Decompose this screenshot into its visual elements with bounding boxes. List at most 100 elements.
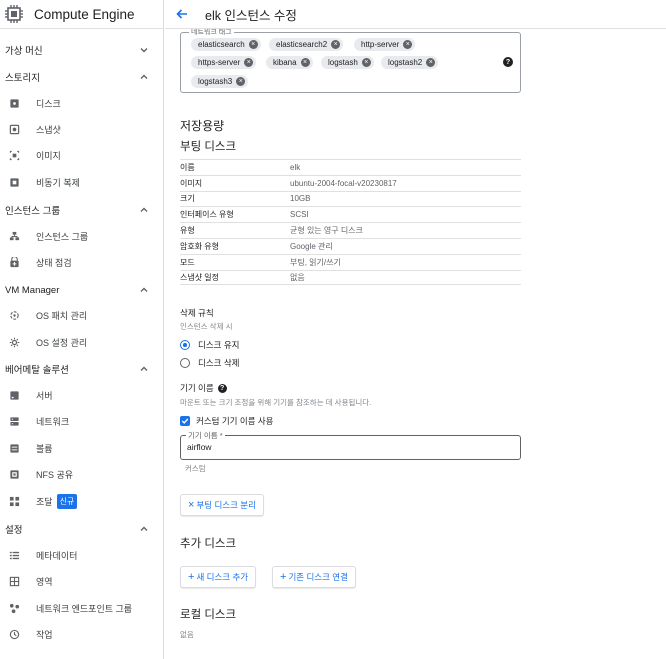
network-tags-field[interactable]: 네트워크 태그 elasticsearch × elasticsearch2 × h… [180,29,521,93]
section-label: 베어메탈 솔루션 [5,365,69,376]
sidebar-item-zones[interactable]: 영역 [0,570,163,592]
sidebar-item-nfs-shares[interactable]: NFS 공유 [0,463,163,485]
sidebar-item-label: 네트워크 엔드포인트 그룹 [36,603,133,614]
device-name-sub: 마운트 또는 크기 조정을 위해 기기를 참조하는 데 사용됩니다. [180,398,372,407]
section-storage[interactable]: 스토리지 [0,66,163,88]
radio-selected-icon [180,340,190,350]
row-key: 인터페이스 유형 [180,210,234,220]
local-disks-heading: 로컬 디스크 [180,609,237,621]
section-instance-groups[interactable]: 인스턴스 그룹 [0,199,163,221]
sidebar-item-images[interactable]: 이미지 [0,144,163,166]
health-check-icon [8,256,20,268]
close-icon: × [188,499,195,511]
sidebar-item-instance-groups[interactable]: 인스턴스 그룹 [0,225,163,247]
row-value: 부팅, 읽기/쓰기 [290,257,341,267]
section-vm-manager[interactable]: VM Manager [0,279,163,301]
deletion-rule-label: 삭제 규칙 [180,308,214,318]
chevron-up-icon [140,526,148,531]
sidebar-item-snapshots[interactable]: 스냅샷 [0,118,163,140]
custom-device-name-checkbox[interactable]: 커스텀 기기 이름 사용 [180,415,273,427]
tag-text: logstash2 [388,58,423,67]
sidebar-item-label: 디스크 [36,98,61,109]
sidebar-item-label: 영역 [36,576,53,587]
remove-tag-icon[interactable]: × [236,77,246,86]
sidebar-item-servers[interactable]: 서버 [0,384,163,406]
remove-tag-icon[interactable]: × [426,58,436,67]
sidebar-item-label: 볼륨 [36,443,53,454]
sidebar-item-label: 비동기 복제 [36,177,80,188]
sidebar-item-neg[interactable]: 네트워크 엔드포인트 그룹 [0,597,163,619]
brand: Compute Engine [0,0,163,29]
neg-icon [8,602,20,614]
zones-icon [8,575,20,587]
tag-chip: http-server × [354,38,416,51]
device-name-field-label: 기기 이름 * [186,430,225,441]
remove-tag-icon[interactable]: × [300,58,310,67]
radio-label: 디스크 삭제 [198,358,240,368]
radio-keep-disk[interactable]: 디스크 유지 [180,339,239,351]
compute-engine-icon [5,5,23,23]
tag-text: kibana [273,58,297,67]
section-settings[interactable]: 설정 [0,518,163,540]
tag-chip: logstash2 × [381,56,439,69]
tag-text: logstash3 [198,77,233,86]
sidebar-item-networks[interactable]: 네트워크 [0,410,163,432]
network-icon [8,415,20,427]
sidebar-item-async-replication[interactable]: 비동기 복제 [0,171,163,193]
tag-chip: kibana × [266,56,313,69]
page-header: elk 인스턴스 수정 [165,0,666,29]
sidebar-item-label: OS 설정 관리 [36,337,88,348]
sidebar-item-os-config[interactable]: OS 설정 관리 [0,331,163,353]
boot-disk-heading: 부팅 디스크 [180,141,237,153]
row-value: 10GB [290,194,311,204]
boot-disk-table: 이름 elk 이미지 ubuntu-2004-focal-v20230817 크기 1… [180,159,521,286]
sidebar-item-health-checks[interactable]: 상태 점검 [0,251,163,273]
button-label: 기존 디스크 연결 [288,572,348,582]
row-value: 균형 있는 영구 디스크 [290,226,363,236]
sidebar-item-label: 작업 [36,629,53,640]
section-virtual-machines[interactable]: 가상 머신 [0,39,163,61]
sidebar-item-volumes[interactable]: 볼륨 [0,437,163,459]
sidebar-item-disks[interactable]: 디스크 [0,92,163,114]
async-replication-icon [8,176,20,188]
section-label: 스토리지 [5,73,40,84]
procurement-icon [8,495,20,507]
back-arrow-icon[interactable] [175,7,189,21]
sidebar-item-operations[interactable]: 작업 [0,623,163,645]
device-name-field: 기기 이름 * [180,430,521,460]
device-name-label-text: 기기 이름 [180,383,214,393]
sidebar-item-os-patch[interactable]: OS 패치 관리 [0,304,163,326]
remove-tag-icon[interactable]: × [331,40,341,49]
device-name-input[interactable] [187,442,507,452]
tag-text: elasticsearch [198,40,245,49]
tag-text: elasticsearch2 [276,40,328,49]
tag-chip: https-server × [191,56,257,69]
table-row: 이름 elk [180,159,521,175]
table-row: 모드 부팅, 읽기/쓰기 [180,253,521,270]
device-name-helper: 커스텀 [185,464,206,473]
nfs-icon [8,468,20,480]
sidebar-item-label: 상태 점검 [36,257,72,268]
snapshot-icon [8,123,20,135]
remove-tag-icon[interactable]: × [403,40,413,49]
operations-icon [8,628,20,640]
detach-boot-disk-button[interactable]: × 부팅 디스크 분리 [180,494,264,516]
attach-existing-disk-button[interactable]: + 기존 디스크 연결 [272,566,356,588]
sidebar-item-procurement[interactable]: 조달 신규 [0,490,163,512]
remove-tag-icon[interactable]: × [244,58,254,67]
table-row: 인터페이스 유형 SCSI [180,206,521,222]
sidebar-item-metadata[interactable]: 메타데이터 [0,544,163,566]
help-icon[interactable]: ? [217,383,227,393]
row-value: Google 관리 [290,241,333,251]
chevron-up-icon [140,366,148,371]
section-bare-metal[interactable]: 베어메탈 솔루션 [0,358,163,380]
add-new-disk-button[interactable]: + 새 디스크 추가 [180,566,257,588]
remove-tag-icon[interactable]: × [248,40,258,49]
chevron-up-icon [140,207,148,212]
remove-tag-icon[interactable]: × [361,58,371,67]
new-badge: 신규 [56,493,78,509]
tag-text: https-server [198,58,241,67]
help-icon[interactable]: ? [503,57,513,67]
tag-text: http-server [361,40,400,49]
radio-delete-disk[interactable]: 디스크 삭제 [180,357,239,369]
